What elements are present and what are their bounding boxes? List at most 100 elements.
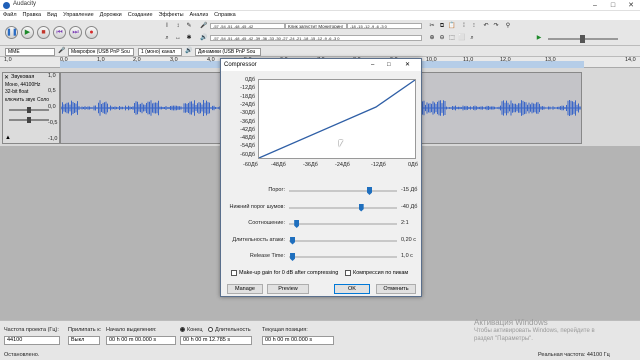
noise-floor-slider-thumb[interactable] [358,203,364,212]
skip-start-button[interactable]: ⏮ [53,26,66,39]
position-field[interactable]: 00 h 00 m 00.000 s [262,336,334,345]
pan-thumb[interactable] [27,117,31,123]
mute-button[interactable]: ключить звук [5,97,35,103]
project-rate-select[interactable]: 44100 [4,336,60,345]
redo-icon[interactable]: ↷ [492,22,500,30]
silence-icon[interactable]: ⁝ [470,22,478,30]
graph-y-label: -12Дб [240,85,255,92]
graph-y-label: -18Дб [240,93,255,100]
recording-device-select[interactable]: Микрофон (USB PnP Sou [68,47,134,56]
fit-project-icon[interactable]: ⬜ [458,34,466,42]
audio-host-select[interactable]: MME [5,47,55,56]
fit-selection-icon[interactable]: ⬚ [448,34,456,42]
record-monitor-hint[interactable]: Клик запустит Мониторинг [285,23,347,29]
menu-file[interactable]: Файл [0,11,20,20]
draw-tool-icon[interactable]: ✎ [185,22,193,30]
zoom-toggle-icon[interactable]: ⌕ [468,34,476,42]
cut-icon[interactable]: ✂ [428,22,436,30]
menu-help[interactable]: Справка [211,11,239,20]
graph-y-label: -60Дб [240,151,255,158]
position-label: Текущая позиция: [262,327,308,333]
release-time-slider[interactable] [289,256,397,258]
record-meter-scale[interactable]: -57 -54 -51 -48 -45 -42 [210,23,285,29]
sync-lock-icon[interactable]: ⚲ [504,22,512,30]
peak-compression-label: Компрессия по пикам [353,270,409,276]
pause-button[interactable]: ❚❚ [5,26,18,39]
ok-button[interactable]: OK [334,284,370,294]
menu-view[interactable]: Вид [44,11,60,20]
undo-icon[interactable]: ↶ [482,22,490,30]
manage-button[interactable]: Manage [227,284,263,294]
menu-analyze[interactable]: Анализ [187,11,212,20]
dialog-minimize-icon[interactable]: – [371,59,374,71]
menu-effects[interactable]: Эффекты [156,11,187,20]
graph-y-label: -48Дб [240,135,255,142]
peak-compression-checkbox[interactable] [345,270,351,276]
release-time-slider-thumb[interactable] [290,253,296,261]
length-radio[interactable] [208,327,213,332]
graph-y-label: -42Дб [240,126,255,133]
threshold-slider[interactable] [289,190,397,192]
zoom-in-icon[interactable]: ⊕ [428,34,436,42]
attack-time-value: 0,20 с [401,236,416,243]
end-radio[interactable] [180,327,185,332]
close-icon[interactable]: ✕ [622,0,640,11]
menu-transport[interactable]: Управление [60,11,97,20]
copy-icon[interactable]: ⧉ [438,22,446,30]
attack-time-slider-thumb[interactable] [290,236,296,245]
makeup-gain-checkbox[interactable] [231,270,237,276]
selection-end-field[interactable]: 00 h 00 m 12.785 s [180,336,252,345]
record-button[interactable]: ● [85,26,98,39]
zoom-tool-icon[interactable]: ⌕ [163,34,171,42]
minimize-icon[interactable]: – [586,0,604,11]
graph-y-label: -24Дб [240,101,255,108]
envelope-tool-icon[interactable]: ↕ [174,22,182,30]
cancel-button[interactable]: Отменить [376,284,416,294]
ratio-slider-thumb[interactable] [294,220,300,228]
amplitude-scale-label: 1,0 [48,73,56,79]
ratio-slider[interactable] [289,223,397,225]
playback-meter[interactable]: -57 -54 -51 -48 -45 -42 -39 -36 -33 -30 … [210,35,422,41]
maximize-icon[interactable]: □ [604,0,622,11]
status-text: Остановлено. [4,352,40,358]
paste-icon[interactable]: 📋 [448,22,456,30]
zoom-out-icon[interactable]: ⊖ [438,34,446,42]
timeshift-tool-icon[interactable]: ↔ [174,34,182,42]
multi-tool-icon[interactable]: ✱ [185,34,193,42]
stop-button[interactable]: ■ [37,26,50,39]
gain-thumb[interactable] [27,107,31,113]
menu-edit[interactable]: Правка [20,11,45,20]
selection-start-field[interactable]: 00 h 00 m 00.000 s [106,336,176,345]
ruler-tick-label: 1,0 [4,57,12,63]
activation-watermark-line1: Чтобы активировать Windows, перейдите в [474,328,595,334]
close-track-icon[interactable]: ✕ [4,74,9,81]
collapse-track-icon[interactable]: ▲ [5,135,11,141]
solo-button[interactable]: Соло [37,97,49,103]
trim-icon[interactable]: ⁞ [460,22,468,30]
graph-y-label: 0Дб [245,77,255,83]
selection-tool-icon[interactable]: I [163,22,171,30]
menu-tracks[interactable]: Дорожки [97,11,125,20]
graph-x-label: -24Дб [335,162,350,168]
track-format: Моно, 44100Hz [5,82,41,88]
skip-end-button[interactable]: ⏭ [69,26,82,39]
dialog-maximize-icon[interactable]: □ [387,59,391,71]
project-rate-label: Частота проекта (Гц): [4,327,59,333]
track-name[interactable]: Звуковая [11,74,34,80]
record-meter-scale-end[interactable]: -18 -15 -12 -9 -6 -3 0 [347,23,422,29]
play-speed-thumb[interactable] [580,35,585,43]
threshold-slider-thumb[interactable] [367,187,372,195]
channels-select[interactable]: 1 (моно) канал [138,47,182,56]
dialog-close-icon[interactable]: ✕ [405,59,410,71]
preview-button[interactable]: Preview [267,284,309,294]
device-toolbar: MME 🎤 Микрофон (USB PnP Sou 1 (моно) кан… [0,46,640,57]
attack-time-slider[interactable] [289,239,397,242]
play-at-speed-icon[interactable]: ▶ [535,34,543,42]
snap-select[interactable]: Выкл [68,336,100,345]
play-button[interactable]: ▶ [21,26,34,39]
ruler-tick-label: 1,0 [97,57,105,63]
noise-floor-slider[interactable] [289,206,397,209]
playback-device-select[interactable]: Динамики (USB PnP Sou [195,47,261,56]
compression-curve [259,80,415,158]
menu-generate[interactable]: Создание [125,11,156,20]
